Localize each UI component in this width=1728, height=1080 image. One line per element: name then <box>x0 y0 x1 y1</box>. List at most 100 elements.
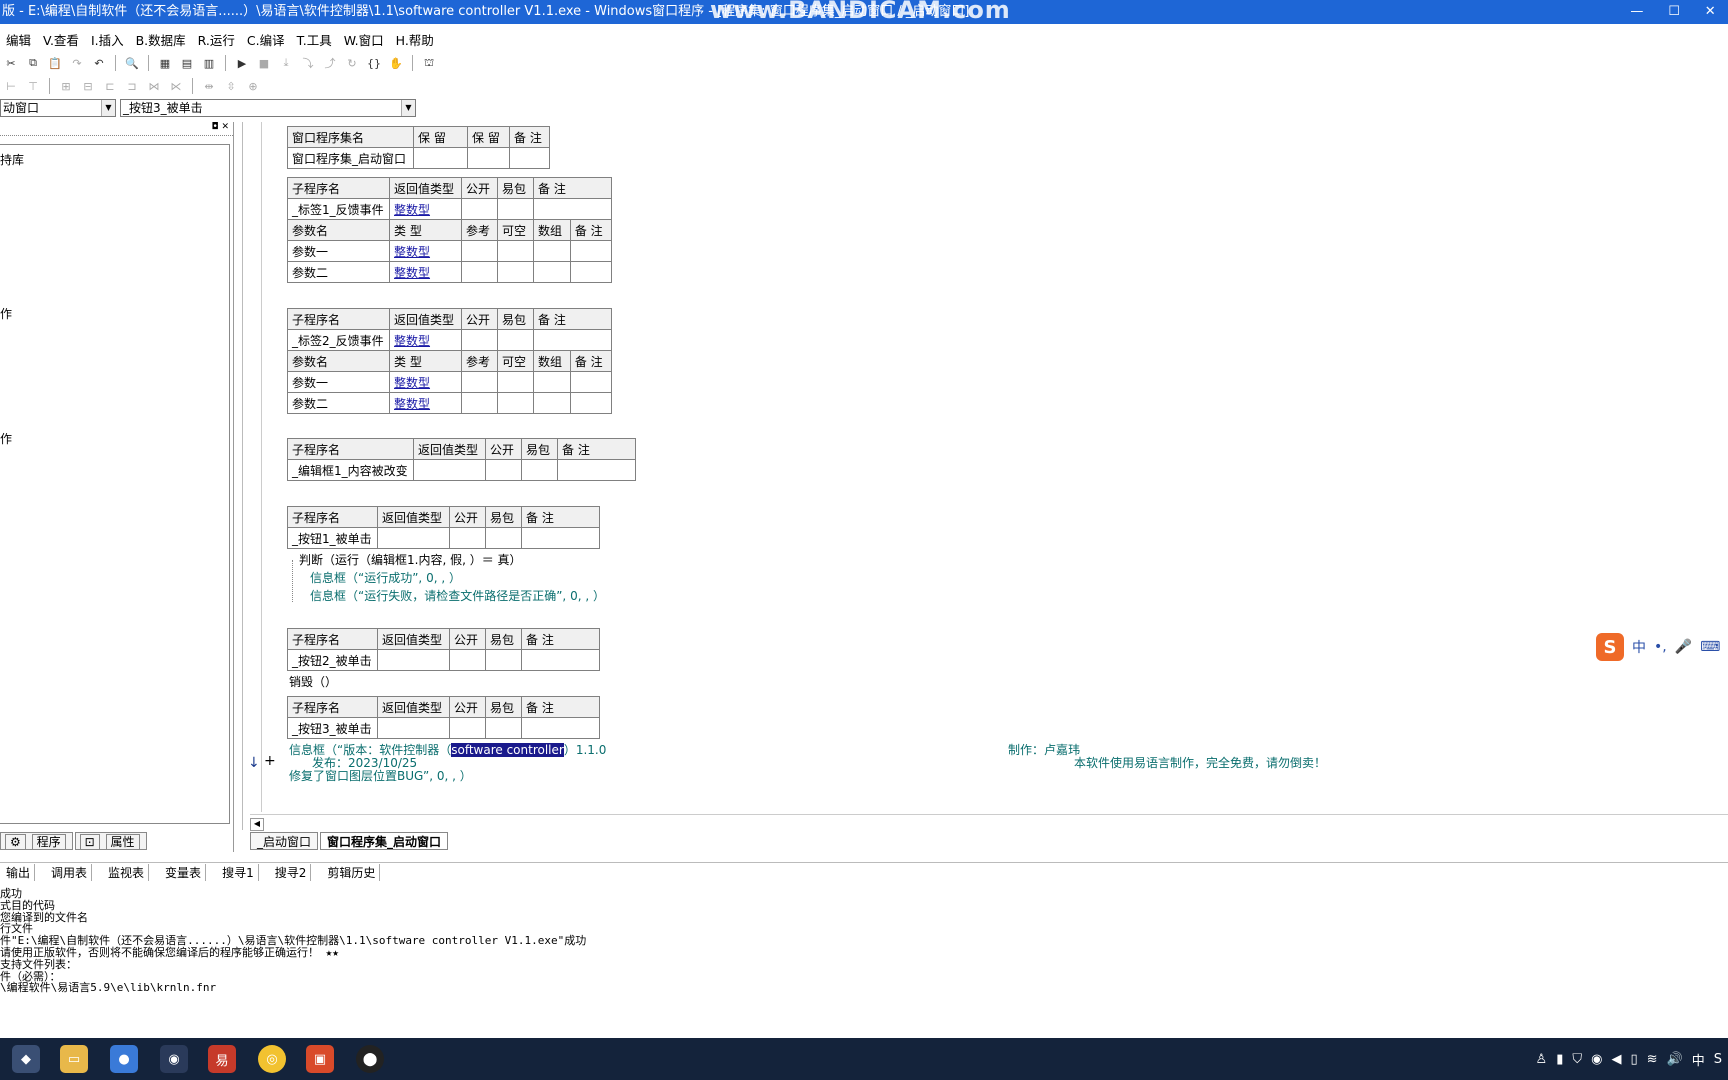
tab-start-window[interactable]: _启动窗口 <box>250 832 319 850</box>
menu-edit[interactable]: 编辑 <box>0 30 37 49</box>
table-cell[interactable] <box>497 329 534 351</box>
menu-run[interactable]: R.运行 <box>192 30 241 49</box>
space-h-icon[interactable]: ⋈ <box>145 77 163 95</box>
table-cell[interactable] <box>413 147 468 169</box>
tab-search2[interactable]: 搜寻2 <box>271 864 312 881</box>
center-both-icon[interactable]: ⊕ <box>244 77 262 95</box>
return-type-cell[interactable]: 整数型 <box>389 329 462 351</box>
menu-view[interactable]: V.查看 <box>37 30 85 49</box>
param-name-cell[interactable]: 参数二 <box>287 261 390 283</box>
shield-icon[interactable]: ⛉ <box>1572 1052 1582 1067</box>
object-select[interactable]: 动窗口 ▼ <box>0 99 116 117</box>
table-cell[interactable] <box>497 240 534 262</box>
table-cell[interactable] <box>533 392 571 414</box>
table-cell[interactable] <box>485 527 522 549</box>
table-cell[interactable] <box>569 392 613 414</box>
input-lang[interactable]: 中 <box>1692 1050 1705 1069</box>
record-icon[interactable]: ⬤ <box>356 1045 384 1073</box>
code-line-msgbox-fail[interactable]: 信息框（“运行失败，请检查文件路径是否正确”, 0, , ） <box>310 587 605 604</box>
step-out-icon[interactable]: ↻ <box>343 54 361 72</box>
table-cell[interactable] <box>521 527 600 549</box>
table-cell[interactable] <box>509 147 550 169</box>
sub-name-cell[interactable]: _标签1_反馈事件 <box>287 198 390 220</box>
table-cell[interactable] <box>461 329 498 351</box>
param-type-cell[interactable]: 整数型 <box>389 240 462 262</box>
ime-lang[interactable]: 中 <box>1632 637 1646 657</box>
arrow-icon[interactable]: ◀ <box>1611 1052 1621 1067</box>
code-line-if[interactable]: 判断（运行（编辑框1.内容, 假, ）＝ 真） <box>299 551 522 568</box>
menu-insert[interactable]: I.插入 <box>85 30 130 49</box>
minimize-button[interactable]: — <box>1630 0 1643 24</box>
step-into-icon[interactable]: ⤵ <box>299 54 317 72</box>
start-app-icon[interactable]: ◆ <box>12 1045 40 1073</box>
same-height-icon[interactable]: ⊐ <box>123 77 141 95</box>
table-cell[interactable] <box>533 240 571 262</box>
tab-output[interactable]: 输出 <box>2 864 36 881</box>
center-v-icon[interactable]: ⇳ <box>222 77 240 95</box>
redo-icon[interactable]: ↷ <box>68 54 86 72</box>
scroll-left-icon[interactable]: ◀ <box>250 818 264 831</box>
param-name-cell[interactable]: 参数一 <box>287 240 390 262</box>
table-cell[interactable] <box>521 717 600 739</box>
table-cell[interactable] <box>557 459 636 481</box>
binoculars-icon[interactable]: ⛫ <box>420 54 438 72</box>
table-cell[interactable] <box>533 261 571 283</box>
param-type-cell[interactable]: 整数型 <box>389 261 462 283</box>
align-center-icon[interactable]: ⊞ <box>57 77 75 95</box>
table-cell[interactable] <box>377 717 450 739</box>
ime-toolbar[interactable]: S 中 •, 🎤 ⌨ <box>1596 632 1728 662</box>
tree-item-op2[interactable]: 作 <box>0 430 12 447</box>
tab-call-table[interactable]: 调用表 <box>47 864 93 881</box>
breakpoint-icon[interactable]: {} <box>365 54 383 72</box>
chevron-down-icon[interactable]: ▼ <box>401 100 415 116</box>
tree-item-support-lib[interactable]: 持库 <box>0 151 24 168</box>
sub-name-cell[interactable]: _按钮1_被单击 <box>287 527 378 549</box>
center-h-icon[interactable]: ⇹ <box>200 77 218 95</box>
file-explorer-icon[interactable]: ▭ <box>60 1045 88 1073</box>
sub-name-cell[interactable]: _编辑框1_内容被改变 <box>287 459 414 481</box>
table-cell[interactable] <box>569 371 613 393</box>
record-tray-icon[interactable]: ◉ <box>1591 1052 1602 1067</box>
param-type-cell[interactable]: 整数型 <box>389 392 462 414</box>
run-icon[interactable]: ▶ <box>233 54 251 72</box>
table-cell[interactable] <box>461 371 498 393</box>
tab-watch-table[interactable]: 监视表 <box>104 864 150 881</box>
param-name-cell[interactable]: 参数二 <box>287 392 390 414</box>
sogou-tray-icon[interactable]: S <box>1714 1052 1722 1067</box>
menu-window[interactable]: W.窗口 <box>338 30 390 49</box>
sub-name-cell[interactable]: _按钮3_被单击 <box>287 717 378 739</box>
table-cell[interactable] <box>533 329 612 351</box>
table-cell[interactable] <box>377 527 450 549</box>
table-cell[interactable] <box>497 261 534 283</box>
paste-icon[interactable]: 📋 <box>46 54 64 72</box>
people-icon[interactable]: ♙ <box>1536 1052 1548 1067</box>
e-language-icon[interactable]: 易 <box>208 1045 236 1073</box>
undo-icon[interactable]: ↶ <box>90 54 108 72</box>
layout-split-icon[interactable]: ▤ <box>178 54 196 72</box>
dock-icon[interactable]: ◘ <box>211 122 218 132</box>
table-cell[interactable] <box>467 147 510 169</box>
code-line-destroy[interactable]: 销毁（） <box>289 673 337 690</box>
tab-properties[interactable]: ⊡ 属性 <box>74 832 147 850</box>
find-icon[interactable]: 🔍 <box>123 54 141 72</box>
close-icon[interactable]: ✕ <box>221 122 229 132</box>
volume-icon[interactable]: 🔊 <box>1667 1052 1683 1067</box>
menu-tools[interactable]: T.工具 <box>291 30 338 49</box>
close-button[interactable]: ✕ <box>1705 0 1716 24</box>
table-cell[interactable] <box>521 649 600 671</box>
chevron-down-icon[interactable]: ▼ <box>101 100 115 116</box>
table-cell[interactable] <box>497 392 534 414</box>
sub-name-cell[interactable]: _按钮2_被单击 <box>287 649 378 671</box>
align-middle-icon[interactable]: ⊟ <box>79 77 97 95</box>
tab-search1[interactable]: 搜寻1 <box>218 864 259 881</box>
table-cell[interactable] <box>533 371 571 393</box>
usb-icon[interactable]: ▮ <box>1556 1052 1563 1067</box>
tab-program[interactable]: ⚙ 程序 <box>0 832 73 850</box>
maximize-button[interactable]: ☐ <box>1668 0 1680 24</box>
add-line-icon[interactable]: + <box>264 753 276 769</box>
chrome-icon[interactable]: ◎ <box>258 1045 286 1073</box>
same-width-icon[interactable]: ⊏ <box>101 77 119 95</box>
tab-variable-table[interactable]: 变量表 <box>161 864 207 881</box>
table-cell[interactable] <box>485 717 522 739</box>
table-cell[interactable] <box>497 371 534 393</box>
